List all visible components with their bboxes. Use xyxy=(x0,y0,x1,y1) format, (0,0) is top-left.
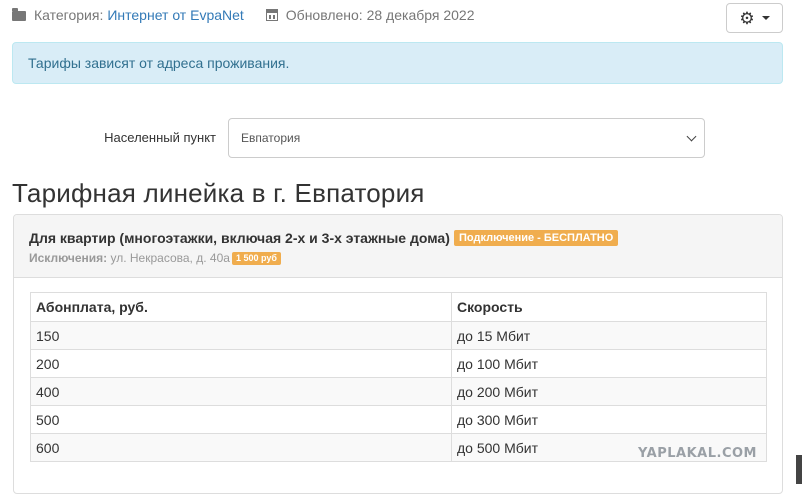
location-select[interactable]: Евпатория xyxy=(228,118,705,158)
column-header-fee: Абонплата, руб. xyxy=(30,292,452,322)
tariff-table: Абонплата, руб. Скорость 150 до 15 Мбит … xyxy=(30,292,767,462)
watermark: YAPLAKAL.COM xyxy=(638,446,757,461)
panel-title: Для квартир (многоэтажки, включая 2-х и … xyxy=(29,230,450,246)
updated-date: Обновлено: 28 декабря 2022 xyxy=(285,7,475,23)
category-label: Категория: xyxy=(34,7,104,23)
window-edge xyxy=(796,455,802,484)
alert-text: Тарифы зависят от адреса проживания. xyxy=(28,55,290,71)
table-row: 500 до 300 Мбит xyxy=(30,405,767,434)
table-header-row: Абонплата, руб. Скорость xyxy=(30,292,767,322)
fee-cell: 200 xyxy=(30,349,452,378)
calendar-icon xyxy=(265,9,278,21)
table-row: 200 до 100 Мбит xyxy=(30,349,767,378)
table-row: 150 до 15 Мбит xyxy=(30,321,767,350)
location-selected-value: Евпатория xyxy=(241,131,301,145)
speed-cell: до 300 Мбит xyxy=(451,405,767,434)
category-link[interactable]: Интернет от EvpaNet xyxy=(107,7,243,23)
exceptions-value: ул. Некрасова, д. 40а xyxy=(110,251,230,265)
settings-dropdown-button[interactable]: ⚙ xyxy=(726,3,783,33)
panel-heading: Для квартир (многоэтажки, включая 2-х и … xyxy=(14,215,782,278)
fee-cell: 500 xyxy=(30,405,452,434)
column-header-speed: Скорость xyxy=(451,292,767,322)
exceptions-label: Исключения: xyxy=(29,251,108,265)
speed-cell: до 15 Мбит xyxy=(451,321,767,350)
free-connection-badge: Подключение - БЕСПЛАТНО xyxy=(454,230,619,246)
caret-down-icon xyxy=(761,16,770,20)
table-row: 400 до 200 Мбит xyxy=(30,377,767,406)
folder-icon xyxy=(12,8,26,21)
location-label: Населенный пункт xyxy=(104,130,216,145)
exceptions-line: Исключения: ул. Некрасова, д. 40а xyxy=(29,251,230,265)
speed-cell: до 100 Мбит xyxy=(451,349,767,378)
speed-cell: до 200 Мбит xyxy=(451,377,767,406)
page-title: Тарифная линейка в г. Евпатория xyxy=(12,178,425,208)
info-alert: Тарифы зависят от адреса проживания. xyxy=(12,42,783,84)
gear-icon: ⚙ xyxy=(739,8,755,28)
fee-cell: 600 xyxy=(30,433,452,462)
chevron-down-icon xyxy=(686,131,697,142)
fee-cell: 150 xyxy=(30,321,452,350)
fee-cell: 400 xyxy=(30,377,452,406)
article-meta: Категория: Интернет от EvpaNet Обновлено… xyxy=(12,6,475,24)
price-badge: 1 500 руб xyxy=(232,252,281,265)
